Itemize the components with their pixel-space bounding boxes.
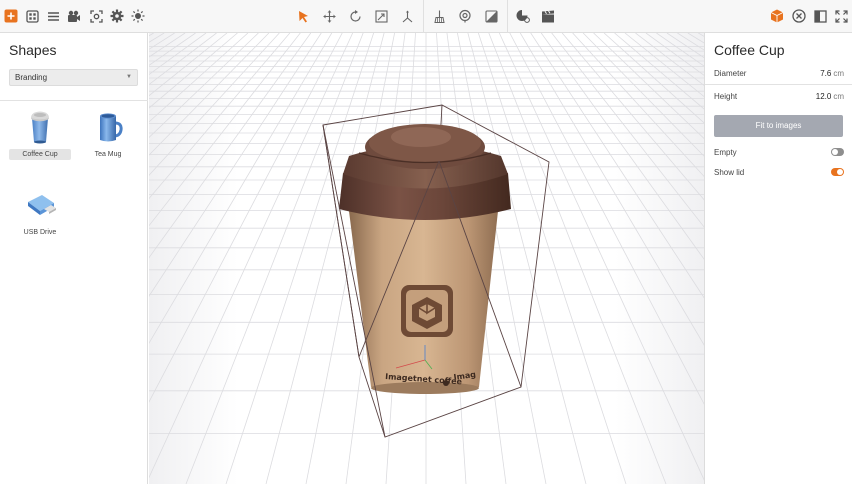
shape-item-label: USB Drive: [23, 229, 57, 236]
diameter-field[interactable]: 7.6 cm: [820, 69, 844, 78]
height-label: Height: [714, 92, 738, 101]
diameter-value: 7.6: [820, 69, 832, 78]
empty-row: Empty: [714, 148, 844, 162]
list-icon[interactable]: [43, 6, 63, 26]
shape-item-label: Coffee Cup: [9, 149, 71, 160]
height-row: Height 12.0 cm: [714, 92, 844, 106]
show-lid-label: Show lid: [714, 168, 745, 177]
panel-icon[interactable]: [810, 6, 830, 26]
main-toolbar: [0, 0, 852, 33]
empty-label: Empty: [714, 148, 737, 157]
properties-title: Coffee Cup: [714, 42, 785, 58]
move-icon[interactable]: [319, 6, 339, 26]
camera-icon[interactable]: [64, 6, 84, 26]
height-field[interactable]: 12.0 cm: [816, 92, 844, 101]
close-circle-icon[interactable]: [789, 6, 809, 26]
light-icon[interactable]: [128, 6, 148, 26]
transform-axes-icon[interactable]: [397, 6, 417, 26]
target-icon[interactable]: [455, 6, 475, 26]
settings-icon[interactable]: [107, 6, 127, 26]
category-dropdown-value: Branding: [15, 73, 48, 82]
shapes-panel-title: Shapes: [9, 42, 57, 58]
diameter-label: Diameter: [714, 69, 747, 78]
height-unit: cm: [833, 92, 844, 101]
select-arrow-icon[interactable]: [293, 6, 313, 26]
chevron-down-icon: ▼: [126, 74, 132, 80]
viewport-canvas: Imagetnet coffee Imag: [149, 33, 704, 484]
shape-item-label: Tea Mug: [94, 151, 122, 158]
cup-logo: [401, 285, 453, 337]
shape-item-coffee-cup[interactable]: Coffee Cup: [9, 108, 71, 170]
diameter-row: Diameter 7.6 cm: [714, 69, 844, 83]
shape-item-tea-mug[interactable]: Tea Mug: [83, 108, 133, 170]
material-icon[interactable]: [481, 6, 501, 26]
cube-icon[interactable]: [767, 6, 787, 26]
3d-viewport[interactable]: Imagetnet coffee Imag: [149, 33, 704, 484]
shapes-panel: Shapes Branding ▼ Coffee Cup Tea Mug USB…: [0, 33, 148, 484]
shape-item-usb-drive[interactable]: USB Drive: [15, 186, 65, 248]
empty-toggle[interactable]: [831, 148, 844, 156]
rotate-icon[interactable]: [345, 6, 365, 26]
clapper-icon[interactable]: [538, 6, 558, 26]
add-icon[interactable]: [1, 6, 21, 26]
usb-drive-icon: [20, 186, 60, 228]
coffee-cup-icon: [20, 108, 60, 150]
show-lid-row: Show lid: [714, 168, 844, 182]
render-icon[interactable]: [513, 6, 533, 26]
grid-icon[interactable]: [22, 6, 42, 26]
diameter-unit: cm: [833, 69, 844, 78]
show-lid-toggle[interactable]: [831, 168, 844, 176]
properties-panel: Coffee Cup Diameter 7.6 cm Height 12.0 cm …: [704, 33, 852, 484]
category-dropdown[interactable]: Branding ▼: [9, 69, 138, 86]
height-value: 12.0: [815, 92, 832, 101]
tea-mug-icon: [88, 108, 128, 150]
broom-icon[interactable]: [429, 6, 449, 26]
scale-icon[interactable]: [371, 6, 391, 26]
expand-icon[interactable]: [831, 6, 851, 26]
focus-icon[interactable]: [86, 6, 106, 26]
fit-to-images-button[interactable]: Fit to images: [714, 115, 843, 137]
